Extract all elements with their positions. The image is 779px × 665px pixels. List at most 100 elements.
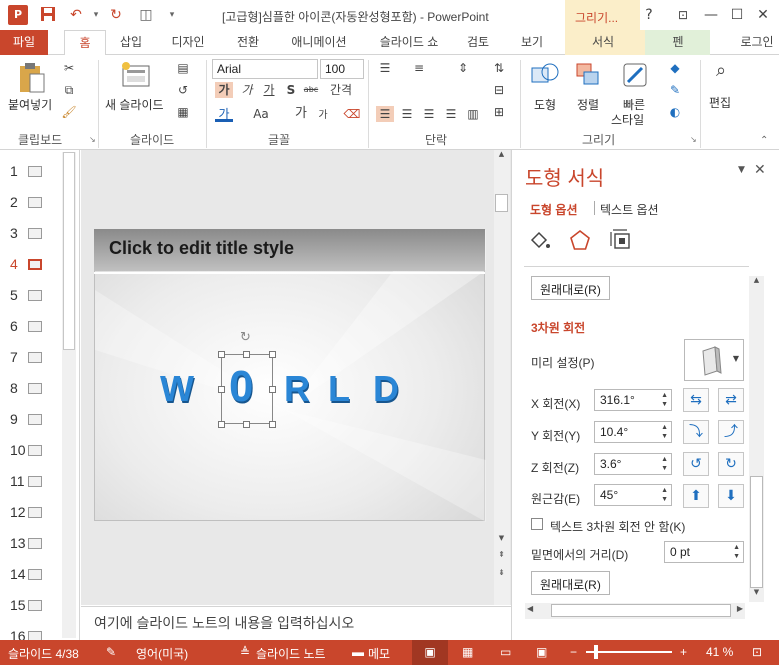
clipboard-launcher-icon[interactable]: ↘ <box>89 135 96 144</box>
thumbnail-image[interactable] <box>28 197 42 208</box>
ribbon-display-icon[interactable]: ⊡ <box>672 5 694 25</box>
scroll-down-icon[interactable]: ▼ <box>494 534 509 548</box>
tab-shape-options[interactable]: 도형 옵션 <box>530 201 578 218</box>
comment-icon[interactable]: ▬ <box>352 645 364 659</box>
thumbnail-image[interactable] <box>28 507 42 518</box>
undo-icon[interactable]: ↶ <box>66 6 86 24</box>
slide-title[interactable]: Click to edit title style <box>109 238 294 259</box>
resize-handle[interactable] <box>218 421 225 428</box>
tab-file[interactable]: 파일 <box>0 30 48 55</box>
resize-handle[interactable] <box>218 351 225 358</box>
zoom-out-icon[interactable]: − <box>570 645 577 659</box>
save-icon[interactable] <box>38 6 58 24</box>
thumbnail-image[interactable] <box>28 600 42 611</box>
tab-format[interactable]: 서식 <box>583 30 623 55</box>
pane-scroll-right-icon[interactable]: ▶ <box>737 604 743 613</box>
keep-text-flat-checkbox[interactable] <box>531 518 543 530</box>
editing-button[interactable]: 편집 <box>709 94 731 111</box>
thumbnail-image[interactable] <box>28 259 42 270</box>
shapes-button[interactable]: 도형 <box>534 96 556 113</box>
help-button[interactable]: ? <box>638 5 660 25</box>
spinner-icon[interactable]: ▲ ▼ <box>661 455 668 473</box>
thumbnail-image[interactable] <box>28 166 42 177</box>
arrange-icon[interactable] <box>574 60 602 90</box>
spinner-icon[interactable]: ▲ ▼ <box>661 423 668 441</box>
zoom-level[interactable]: 41 % <box>706 645 733 659</box>
fill-line-icon[interactable] <box>528 228 552 252</box>
distance-input[interactable]: 0 pt ▲ ▼ <box>664 541 744 563</box>
language-indicator[interactable]: 영어(미국) <box>136 645 188 662</box>
thumbnail-image[interactable] <box>28 352 42 363</box>
y-rotation-input[interactable]: 10.4° ▲ ▼ <box>594 421 672 443</box>
zoom-slider-track[interactable] <box>586 651 672 653</box>
preset-dropdown[interactable]: ▼ <box>684 339 744 381</box>
reset-top-button[interactable]: 원래대로(R) <box>531 276 610 300</box>
smartart-icon[interactable]: ⊞ <box>490 104 508 120</box>
reset-icon[interactable]: ↺ <box>174 82 192 98</box>
thumbnail-image[interactable] <box>28 476 42 487</box>
thumbnail-scrollbar[interactable] <box>62 152 76 638</box>
normal-view-icon[interactable]: ▣ <box>412 640 448 665</box>
clear-format-icon[interactable]: ⌫ <box>343 106 361 122</box>
align-text-icon[interactable]: ⊟ <box>490 82 508 98</box>
resize-handle[interactable] <box>269 421 276 428</box>
bullets-icon[interactable]: ☰ <box>376 60 394 76</box>
grow-font-button[interactable]: 가 <box>292 106 310 122</box>
thumbnail-image[interactable] <box>28 383 42 394</box>
tab-transitions[interactable]: 전환 <box>226 30 270 55</box>
thumbnail-item[interactable]: 13 <box>0 528 62 559</box>
zoom-slider-thumb[interactable] <box>594 645 598 659</box>
tab-review[interactable]: 검토 <box>458 30 498 55</box>
strikethrough-button[interactable]: abc <box>302 82 320 98</box>
y-rotate-down-icon[interactable]: ⤵ <box>683 420 709 444</box>
shapes-icon[interactable] <box>530 60 560 90</box>
thumbnail-item[interactable]: 1 <box>0 156 62 187</box>
close-button[interactable]: ✕ <box>752 5 774 25</box>
redo-icon[interactable]: ↻ <box>106 6 126 24</box>
thumbnail-item[interactable]: 9 <box>0 404 62 435</box>
thumbnail-image[interactable] <box>28 321 42 332</box>
tab-text-options[interactable]: 텍스트 옵션 <box>600 201 659 218</box>
drawing-launcher-icon[interactable]: ↘ <box>690 135 697 144</box>
thumbnail-image[interactable] <box>28 414 42 425</box>
align-left-icon[interactable]: ☰ <box>376 106 394 122</box>
thumbnail-item[interactable]: 12 <box>0 497 62 528</box>
text-direction-icon[interactable]: ⇅ <box>490 60 508 76</box>
spinner-icon[interactable]: ▲ ▼ <box>661 486 668 504</box>
resize-handle[interactable] <box>218 386 225 393</box>
shape-outline-icon[interactable]: ✎ <box>666 82 684 98</box>
thumbnail-item[interactable]: 3 <box>0 218 62 249</box>
fit-slide-icon[interactable]: ⊡ <box>752 645 762 659</box>
pane-options-icon[interactable]: ▼ <box>738 165 745 175</box>
previous-slide-icon[interactable]: ⇞ <box>494 550 509 564</box>
next-slide-icon[interactable]: ⇟ <box>494 568 509 582</box>
main-scrollbar[interactable]: ▲ ▼ ⇞ ⇟ <box>494 150 510 605</box>
undo-dropdown-icon[interactable]: ▾ <box>86 6 106 24</box>
align-right-icon[interactable]: ☰ <box>420 106 438 122</box>
thumbnail-item[interactable]: 4 <box>0 249 62 280</box>
numbering-icon[interactable]: ≡ <box>410 60 428 76</box>
notes-toggle[interactable]: 슬라이드 노트 <box>256 645 326 662</box>
x-rotate-left-icon[interactable]: ⇆ <box>683 388 709 412</box>
font-color-button[interactable]: 가 <box>215 106 233 122</box>
pane-scroll-down-icon[interactable]: ▼ <box>749 588 764 600</box>
change-case-button[interactable]: Aa <box>250 106 272 122</box>
from-beginning-icon[interactable]: ◫ <box>136 6 156 24</box>
spinner-icon[interactable]: ▲ ▼ <box>661 391 668 409</box>
thumbnail-image[interactable] <box>28 538 42 549</box>
quick-styles-line2[interactable]: 스타일 <box>611 111 644 128</box>
perspective-input[interactable]: 45° ▲ ▼ <box>594 484 672 506</box>
x-rotation-input[interactable]: 316.1° ▲ ▼ <box>594 389 672 411</box>
text-shadow-button[interactable]: S <box>282 82 300 98</box>
thumbnail-item[interactable]: 8 <box>0 373 62 404</box>
tab-design[interactable]: 디자인 <box>162 30 214 55</box>
perspective-increase-icon[interactable]: ⬆ <box>683 484 709 508</box>
word-letter-d[interactable]: D <box>373 368 405 410</box>
selection-box[interactable] <box>221 354 273 424</box>
arrange-button[interactable]: 정렬 <box>577 96 599 113</box>
paste-icon[interactable] <box>18 62 46 94</box>
word-letter-w[interactable]: W <box>160 368 200 410</box>
spellcheck-icon[interactable]: ✎ <box>106 645 116 659</box>
resize-handle[interactable] <box>269 386 276 393</box>
y-rotate-up-icon[interactable]: ⤴ <box>718 420 744 444</box>
